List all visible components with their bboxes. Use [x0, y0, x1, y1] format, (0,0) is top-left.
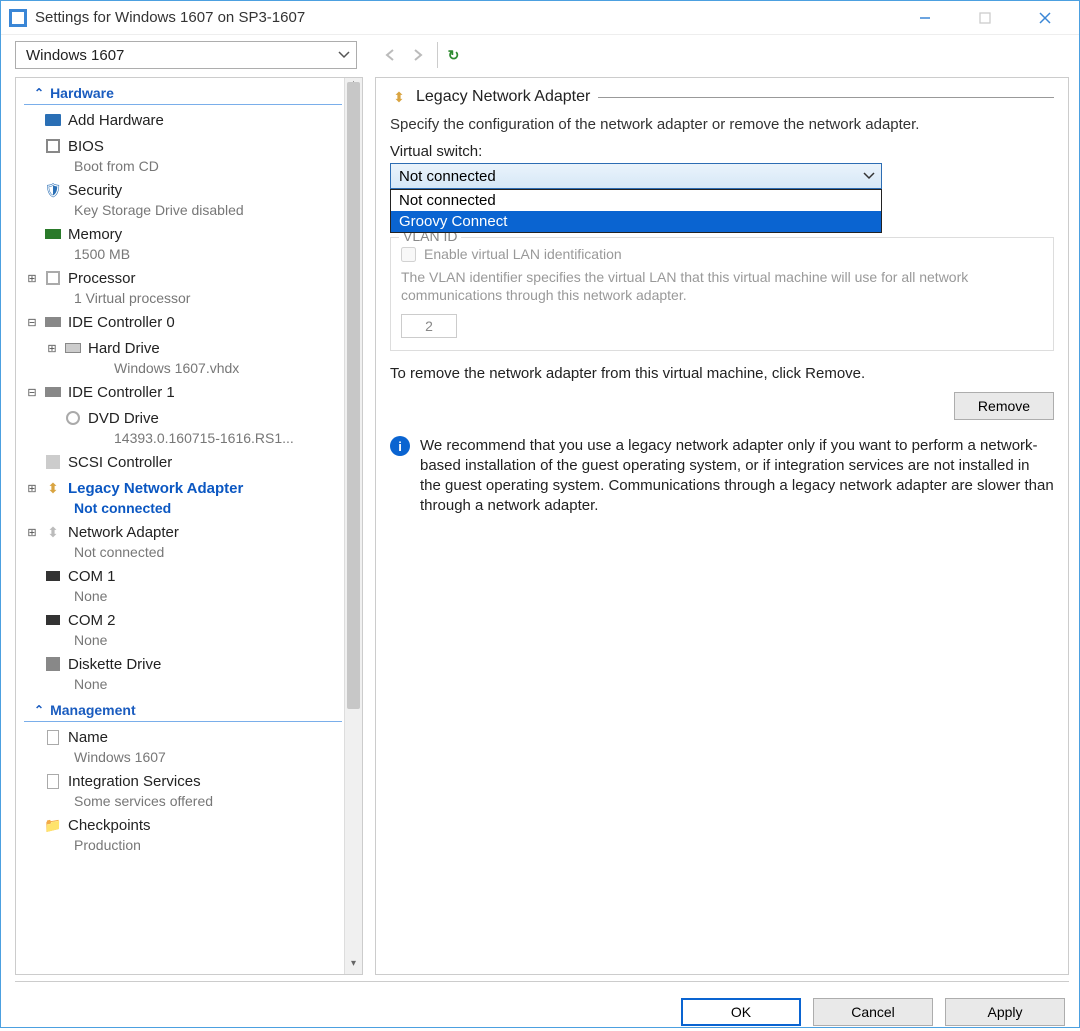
expand-icon[interactable]: ⊞ — [26, 272, 38, 285]
virtual-switch-value: Not connected — [399, 168, 496, 185]
panel-description: Specify the configuration of the network… — [390, 116, 1054, 133]
checkpoint-icon: 📁 — [44, 816, 62, 834]
sidebar-item-integration-services[interactable]: Integration Services Some services offer… — [16, 768, 362, 812]
vm-selector-value: Windows 1607 — [26, 47, 124, 64]
sidebar-item-ide0[interactable]: ⊟IDE Controller 0 — [16, 309, 362, 335]
chevron-down-icon — [863, 172, 875, 180]
maximize-button[interactable] — [955, 1, 1015, 35]
hard-drive-icon — [65, 343, 81, 353]
apply-button[interactable]: Apply — [945, 998, 1065, 1026]
collapse-icon: ⌃ — [34, 86, 44, 100]
shield-icon: 🛡 — [44, 181, 62, 199]
titlebar: Settings for Windows 1607 on SP3-1607 — [1, 1, 1079, 35]
vlan-group: Enable virtual LAN identification The VL… — [390, 237, 1054, 351]
info-text: We recommend that you use a legacy netwo… — [420, 436, 1054, 516]
dropdown-option-groovy-connect[interactable]: Groovy Connect — [391, 211, 881, 232]
virtual-switch-dropdown[interactable]: Not connected — [390, 163, 882, 189]
info-icon: i — [390, 436, 410, 456]
cpu-icon — [46, 271, 60, 285]
dropdown-option-not-connected[interactable]: Not connected — [391, 190, 881, 211]
sidebar-item-scsi[interactable]: SCSI Controller — [16, 449, 362, 475]
remove-button[interactable]: Remove — [954, 392, 1054, 420]
collapse-icon: ⌃ — [34, 703, 44, 717]
vlan-description: The VLAN identifier specifies the virtua… — [401, 268, 1043, 304]
sidebar-item-dvd-drive[interactable]: DVD Drive 14393.0.160715-1616.RS1... — [16, 405, 362, 449]
dialog-footer: OK Cancel Apply — [15, 981, 1069, 1031]
nav-forward-button[interactable] — [405, 42, 431, 68]
sidebar-section-hardware[interactable]: ⌃ Hardware — [24, 82, 342, 105]
sidebar-section-management[interactable]: ⌃ Management — [24, 699, 342, 722]
enable-vlan-label: Enable virtual LAN identification — [424, 246, 622, 262]
sidebar: ⌃ Hardware Add Hardware BIOS Boot from C… — [15, 77, 363, 975]
network-adapter-icon: ⬍ — [44, 479, 62, 497]
controller-icon — [45, 317, 61, 327]
sidebar-item-checkpoints[interactable]: 📁Checkpoints Production — [16, 812, 362, 856]
com-port-icon — [46, 615, 60, 625]
app-icon — [9, 9, 27, 27]
expand-icon[interactable]: ⊞ — [26, 482, 38, 495]
nav-back-button[interactable] — [377, 42, 403, 68]
remove-description: To remove the network adapter from this … — [390, 365, 865, 382]
sidebar-item-hard-drive[interactable]: ⊞Hard Drive Windows 1607.vhdx — [16, 335, 362, 379]
network-adapter-icon: ⬍ — [390, 88, 408, 106]
memory-icon — [45, 229, 61, 239]
vlan-id-input[interactable]: 2 — [401, 314, 457, 338]
sidebar-item-add-hardware[interactable]: Add Hardware — [16, 107, 362, 133]
sidebar-item-memory[interactable]: Memory 1500 MB — [16, 221, 362, 265]
controller-icon — [45, 387, 61, 397]
scrollbar-thumb[interactable] — [347, 82, 360, 709]
close-button[interactable] — [1015, 1, 1075, 35]
toolbar: Windows 1607 ↻ — [1, 35, 1079, 77]
collapse-icon[interactable]: ⊟ — [26, 386, 38, 399]
enable-vlan-checkbox[interactable] — [401, 247, 416, 262]
virtual-switch-label: Virtual switch: — [390, 143, 1054, 160]
dvd-icon — [66, 411, 80, 425]
sidebar-item-name[interactable]: Name Windows 1607 — [16, 724, 362, 768]
cancel-button[interactable]: Cancel — [813, 998, 933, 1026]
sidebar-item-network-adapter[interactable]: ⊞⬍Network Adapter Not connected — [16, 519, 362, 563]
sidebar-item-com1[interactable]: COM 1 None — [16, 563, 362, 607]
expand-icon[interactable]: ⊞ — [46, 342, 58, 355]
document-icon — [47, 774, 59, 789]
panel-heading: Legacy Network Adapter — [416, 88, 590, 106]
scsi-icon — [46, 455, 60, 469]
main-panel: ⬍ Legacy Network Adapter Specify the con… — [375, 77, 1069, 975]
expand-icon[interactable]: ⊞ — [26, 526, 38, 539]
collapse-icon[interactable]: ⊟ — [26, 316, 38, 329]
sidebar-item-processor[interactable]: ⊞Processor 1 Virtual processor — [16, 265, 362, 309]
network-adapter-icon: ⬍ — [44, 523, 62, 541]
ok-button[interactable]: OK — [681, 998, 801, 1026]
monitor-icon — [45, 114, 61, 126]
vm-selector-dropdown[interactable]: Windows 1607 — [15, 41, 357, 69]
reload-button[interactable]: ↻ — [437, 42, 463, 68]
sidebar-item-diskette[interactable]: Diskette Drive None — [16, 651, 362, 695]
sidebar-item-bios[interactable]: BIOS Boot from CD — [16, 133, 362, 177]
document-icon — [47, 730, 59, 745]
sidebar-item-ide1[interactable]: ⊟IDE Controller 1 — [16, 379, 362, 405]
diskette-icon — [46, 657, 60, 671]
sidebar-item-com2[interactable]: COM 2 None — [16, 607, 362, 651]
minimize-button[interactable] — [895, 1, 955, 35]
sidebar-scrollbar[interactable]: ▴ ▾ — [344, 78, 362, 974]
com-port-icon — [46, 571, 60, 581]
virtual-switch-dropdown-list: Not connected Groovy Connect — [390, 189, 882, 233]
scroll-down-icon[interactable]: ▾ — [345, 958, 362, 974]
chevron-down-icon — [338, 51, 350, 59]
sidebar-item-legacy-network-adapter[interactable]: ⊞⬍Legacy Network Adapter Not connected — [16, 475, 362, 519]
window-title: Settings for Windows 1607 on SP3-1607 — [35, 9, 305, 26]
sidebar-item-security[interactable]: 🛡Security Key Storage Drive disabled — [16, 177, 362, 221]
chip-icon — [46, 139, 60, 153]
